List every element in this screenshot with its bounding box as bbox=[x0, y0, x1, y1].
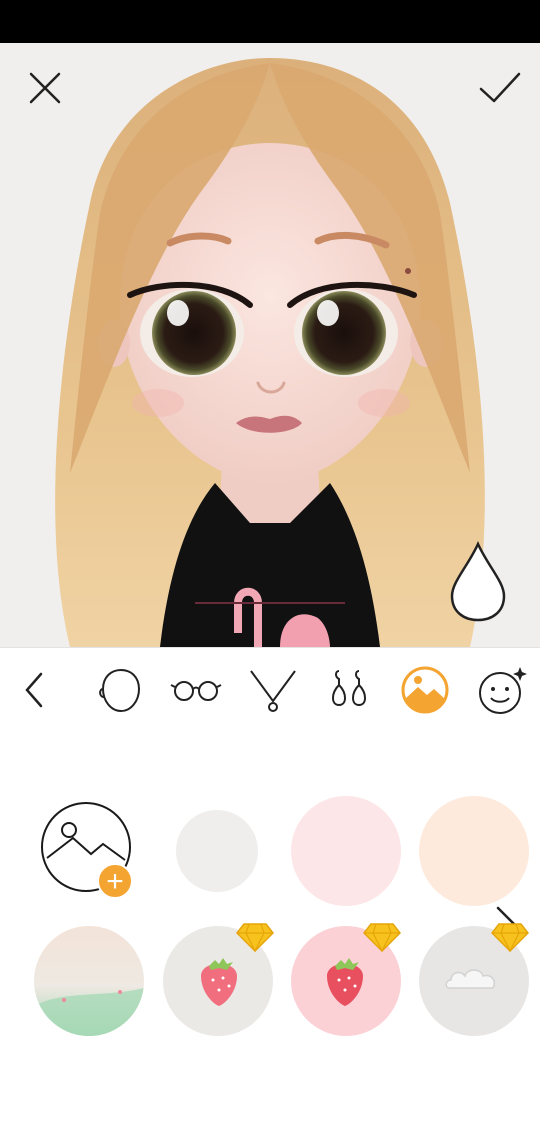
diamond-icon bbox=[363, 923, 401, 952]
tab-earrings[interactable] bbox=[323, 664, 375, 716]
face-sparkle-icon bbox=[479, 667, 527, 714]
checkmark-icon bbox=[479, 72, 521, 103]
diamond-icon bbox=[236, 923, 274, 952]
necklace-icon bbox=[250, 670, 296, 712]
back-chevron-icon bbox=[25, 672, 43, 708]
status-bar bbox=[0, 0, 540, 43]
color-drop-icon bbox=[450, 540, 506, 622]
tab-necklace[interactable] bbox=[247, 664, 299, 716]
close-icon bbox=[29, 72, 61, 104]
close-button[interactable] bbox=[17, 60, 73, 116]
background-options-grid: + bbox=[0, 732, 540, 1123]
background-swatch-peach[interactable] bbox=[419, 796, 529, 906]
diamond-icon bbox=[491, 923, 529, 952]
tab-glasses[interactable] bbox=[170, 664, 222, 716]
add-icon: + bbox=[97, 863, 133, 899]
category-toolbar bbox=[0, 647, 540, 733]
tab-background[interactable] bbox=[399, 664, 451, 716]
background-swatch-light-gray[interactable] bbox=[176, 810, 258, 892]
background-swatch-light-pink[interactable] bbox=[291, 796, 401, 906]
earrings-icon bbox=[332, 670, 366, 707]
face-shape-icon bbox=[99, 668, 141, 713]
avatar-preview bbox=[0, 43, 540, 647]
glasses-icon bbox=[170, 681, 222, 701]
background-icon bbox=[401, 666, 449, 714]
gradient-landscape-pattern bbox=[34, 988, 144, 1036]
background-swatch-gradient[interactable] bbox=[34, 926, 144, 1036]
color-picker-button[interactable] bbox=[446, 540, 510, 624]
tab-face-effects[interactable] bbox=[476, 664, 528, 716]
tab-face-shape[interactable] bbox=[94, 664, 146, 716]
confirm-button[interactable] bbox=[472, 60, 528, 116]
back-button[interactable] bbox=[8, 664, 60, 716]
